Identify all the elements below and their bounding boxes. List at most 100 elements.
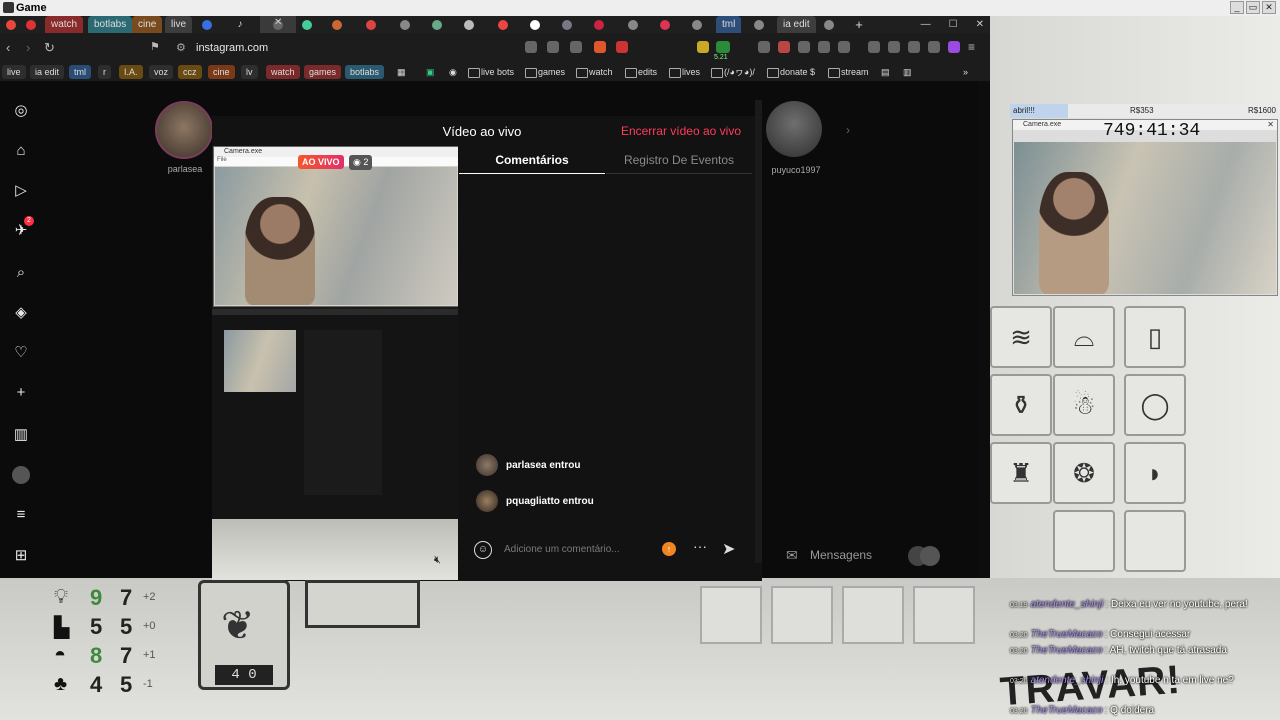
heart-icon[interactable]: ♡: [11, 343, 31, 363]
tab-favicon[interactable]: [398, 16, 412, 33]
more-menu-icon[interactable]: ≡: [11, 505, 31, 525]
close-icon[interactable]: ✕: [1267, 120, 1274, 129]
extension-icon[interactable]: [758, 41, 770, 53]
tab-favicon[interactable]: [462, 16, 476, 33]
instagram-logo-icon[interactable]: ◎: [11, 101, 31, 121]
search-icon[interactable]: ⌕: [11, 263, 31, 283]
item-slot-ring[interactable]: ◯: [1124, 374, 1186, 436]
extension-icon[interactable]: [838, 41, 850, 53]
bookmark-ia[interactable]: I.A.: [119, 65, 143, 79]
tab-favicon[interactable]: [496, 16, 510, 33]
bookmark-watch[interactable]: watch: [266, 65, 300, 79]
share-icon[interactable]: [570, 41, 582, 53]
more-bookmarks-icon[interactable]: »: [958, 65, 973, 79]
modal-scrollbar[interactable]: [755, 100, 762, 563]
tab-favicon[interactable]: [560, 16, 574, 33]
send-icon[interactable]: ➤: [722, 539, 735, 559]
apps-grid-icon[interactable]: ▦: [392, 65, 411, 79]
folder-stream[interactable]: stream: [827, 65, 874, 79]
folder-emoticon[interactable]: (/◕ヮ◕)/: [710, 65, 760, 79]
bookmark-icon[interactable]: ▥: [898, 65, 917, 79]
wallet-icon[interactable]: [888, 41, 900, 53]
more-options-icon[interactable]: ···: [693, 538, 707, 554]
new-tab-icon[interactable]: +: [852, 16, 866, 33]
close-tab-icon[interactable]: ✕: [274, 17, 282, 28]
tab-watch[interactable]: watch: [45, 16, 84, 33]
reload-icon[interactable]: ↻: [44, 40, 55, 56]
tab-cine[interactable]: cine: [132, 16, 163, 33]
puzzle-icon[interactable]: [818, 41, 830, 53]
leo-icon[interactable]: [948, 41, 960, 53]
end-live-button[interactable]: Encerrar vídeo ao vivo: [621, 124, 741, 138]
browser-maximize-icon[interactable]: ☐: [949, 16, 958, 33]
story-puyuco1997[interactable]: puyuco1997 ›: [766, 101, 850, 175]
bookmark-ccz[interactable]: ccz: [178, 65, 202, 79]
tab-event-log[interactable]: Registro De Eventos: [606, 150, 752, 174]
bookmark-icon[interactable]: ◉: [444, 65, 462, 79]
extension-icon[interactable]: [697, 41, 709, 53]
browser-minimize-icon[interactable]: —: [921, 16, 931, 33]
game-machine[interactable]: [305, 580, 420, 628]
brave-shield-icon[interactable]: [594, 41, 606, 53]
tab-botlabs[interactable]: botlabs: [88, 16, 133, 33]
tab-favicon[interactable]: [364, 16, 378, 33]
item-slot-helmet[interactable]: ◗: [1124, 442, 1186, 504]
also-from-meta-icon[interactable]: ⊞: [11, 546, 31, 566]
card-slot[interactable]: [913, 586, 975, 644]
bookmark-games[interactable]: games: [304, 65, 342, 79]
close-button[interactable]: ✕: [1262, 1, 1276, 14]
item-slot-bottle[interactable]: ⚱: [990, 374, 1052, 436]
item-slot-glass[interactable]: ▯: [1124, 306, 1186, 368]
dashboard-icon[interactable]: ▥: [11, 425, 31, 445]
tab-favicon[interactable]: [300, 16, 314, 33]
profile-avatar-icon[interactable]: [11, 465, 31, 485]
bookmark-ia-edit[interactable]: ia edit: [30, 65, 65, 79]
tab-favicon[interactable]: [430, 16, 444, 33]
bookmark-r[interactable]: r: [98, 65, 111, 79]
folder-donate[interactable]: donate $: [766, 65, 820, 79]
tab-favicon[interactable]: [330, 16, 344, 33]
emoji-icon[interactable]: ☺: [474, 541, 492, 559]
folder-live-bots[interactable]: live bots: [467, 65, 519, 79]
extension-icon[interactable]: [798, 41, 810, 53]
bookmark-cine[interactable]: cine: [208, 65, 235, 79]
folder-watch[interactable]: watch: [575, 65, 618, 79]
mute-icon[interactable]: 🔇︎: [434, 554, 441, 567]
create-icon[interactable]: +: [11, 383, 31, 403]
sidebar-toggle-icon[interactable]: [868, 41, 880, 53]
tab-favicon[interactable]: [24, 16, 38, 33]
maximize-button[interactable]: ▭: [1246, 1, 1260, 14]
bookmark-voz[interactable]: voz: [149, 65, 174, 79]
tab-favicon[interactable]: [690, 16, 704, 33]
site-info-icon[interactable]: ⚙: [176, 38, 186, 58]
tab-favicon[interactable]: [200, 16, 214, 33]
page-scrollbar[interactable]: [978, 81, 990, 578]
tab-favicon[interactable]: [658, 16, 672, 33]
folder-lives[interactable]: lives: [668, 65, 705, 79]
forward-icon[interactable]: ›: [26, 40, 30, 55]
minimize-button[interactable]: _: [1230, 1, 1244, 14]
tab-favicon[interactable]: [592, 16, 606, 33]
zoom-icon[interactable]: [547, 41, 559, 53]
record-icon[interactable]: [778, 41, 790, 53]
tab-live[interactable]: live: [165, 16, 193, 33]
brain-machine[interactable]: ❦ 4 0: [198, 580, 290, 690]
explore-icon[interactable]: ◈: [11, 303, 31, 323]
folder-games[interactable]: games: [524, 65, 570, 79]
messages-button[interactable]: ✉ Mensagens: [786, 543, 946, 569]
tab-comments[interactable]: Comentários: [459, 150, 605, 174]
item-slot-empty[interactable]: [1124, 510, 1186, 572]
reels-icon[interactable]: ▷: [11, 181, 31, 201]
vpn-icon[interactable]: [928, 41, 940, 53]
card-slot[interactable]: [700, 586, 762, 644]
extension-icon[interactable]: [908, 41, 920, 53]
tab-favicon[interactable]: [528, 16, 542, 33]
item-slot-fishbowl[interactable]: ❂: [1053, 442, 1115, 504]
tab-tml[interactable]: tml: [716, 16, 742, 33]
bookmark-live[interactable]: live: [2, 65, 26, 79]
comment-input[interactable]: Adicione um comentário...: [504, 544, 620, 555]
bookmark-lv[interactable]: lv: [241, 65, 258, 79]
rewards-icon[interactable]: [616, 41, 628, 53]
tab-favicon[interactable]: [752, 16, 766, 33]
card-slot[interactable]: [771, 586, 833, 644]
